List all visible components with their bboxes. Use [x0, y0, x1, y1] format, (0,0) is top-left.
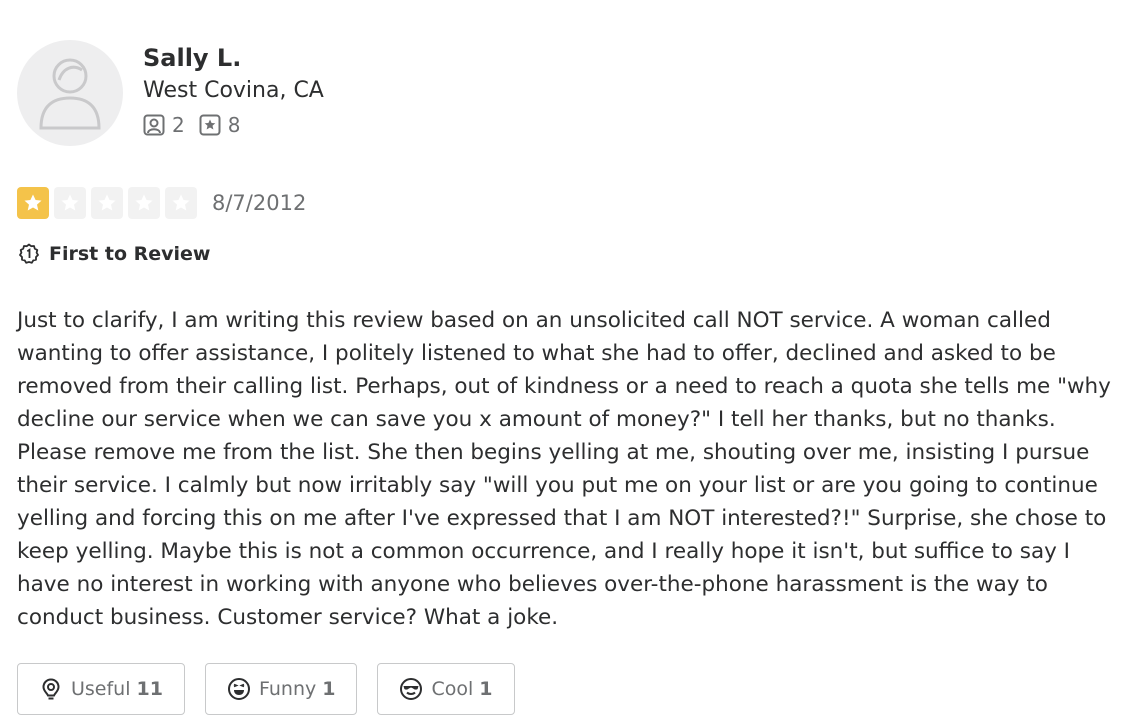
user-info: Sally L. West Covina, CA 2 8: [143, 40, 324, 137]
friends-count: 2: [172, 113, 185, 137]
avatar[interactable]: [17, 40, 123, 146]
reaction-buttons: Useful 11 Funny 1 Cool 1: [17, 663, 1117, 715]
reviews-count: 8: [227, 113, 241, 137]
star-rating: [17, 187, 202, 219]
user-passport: Sally L. West Covina, CA 2 8: [17, 40, 1117, 146]
friends-icon: [143, 114, 165, 136]
review-date: 8/7/2012: [212, 191, 307, 215]
star-icon: [61, 194, 79, 211]
star-icon: [98, 194, 116, 211]
useful-button[interactable]: Useful 11: [17, 663, 185, 715]
first-review-icon: [19, 243, 39, 264]
user-location: West Covina, CA: [143, 78, 324, 103]
laughing-face-icon: [227, 678, 250, 700]
funny-count: 1: [322, 678, 336, 700]
friends-stat: 2: [143, 113, 185, 137]
review-card: Sally L. West Covina, CA 2 8 8/7/2012 Fi…: [17, 40, 1117, 715]
star-icon: [24, 194, 42, 211]
reviews-star-icon: [199, 114, 221, 136]
default-avatar-icon: [39, 58, 101, 130]
star-empty: [54, 187, 86, 219]
star-empty: [165, 187, 197, 219]
badge-label: First to Review: [49, 243, 211, 265]
star-filled: [17, 187, 49, 219]
cool-count: 1: [479, 678, 493, 700]
funny-label: Funny: [258, 678, 317, 700]
user-stats: 2 8: [143, 113, 324, 137]
cool-label: Cool: [431, 678, 474, 700]
rating-row: 8/7/2012: [17, 187, 1117, 219]
star-empty: [91, 187, 123, 219]
useful-count: 11: [136, 678, 163, 700]
review-text: Just to clarify, I am writing this revie…: [17, 308, 1111, 630]
reviews-stat: 8: [199, 113, 241, 137]
cool-button[interactable]: Cool 1: [377, 663, 515, 715]
star-icon: [172, 194, 190, 211]
star-icon: [135, 194, 153, 211]
useful-label: Useful: [71, 678, 131, 700]
star-empty: [128, 187, 160, 219]
lightbulb-icon: [42, 678, 60, 700]
user-name-link[interactable]: Sally L.: [143, 43, 241, 73]
first-to-review-badge: First to Review: [17, 243, 1117, 265]
sunglasses-face-icon: [400, 678, 423, 700]
funny-button[interactable]: Funny 1: [204, 663, 358, 715]
